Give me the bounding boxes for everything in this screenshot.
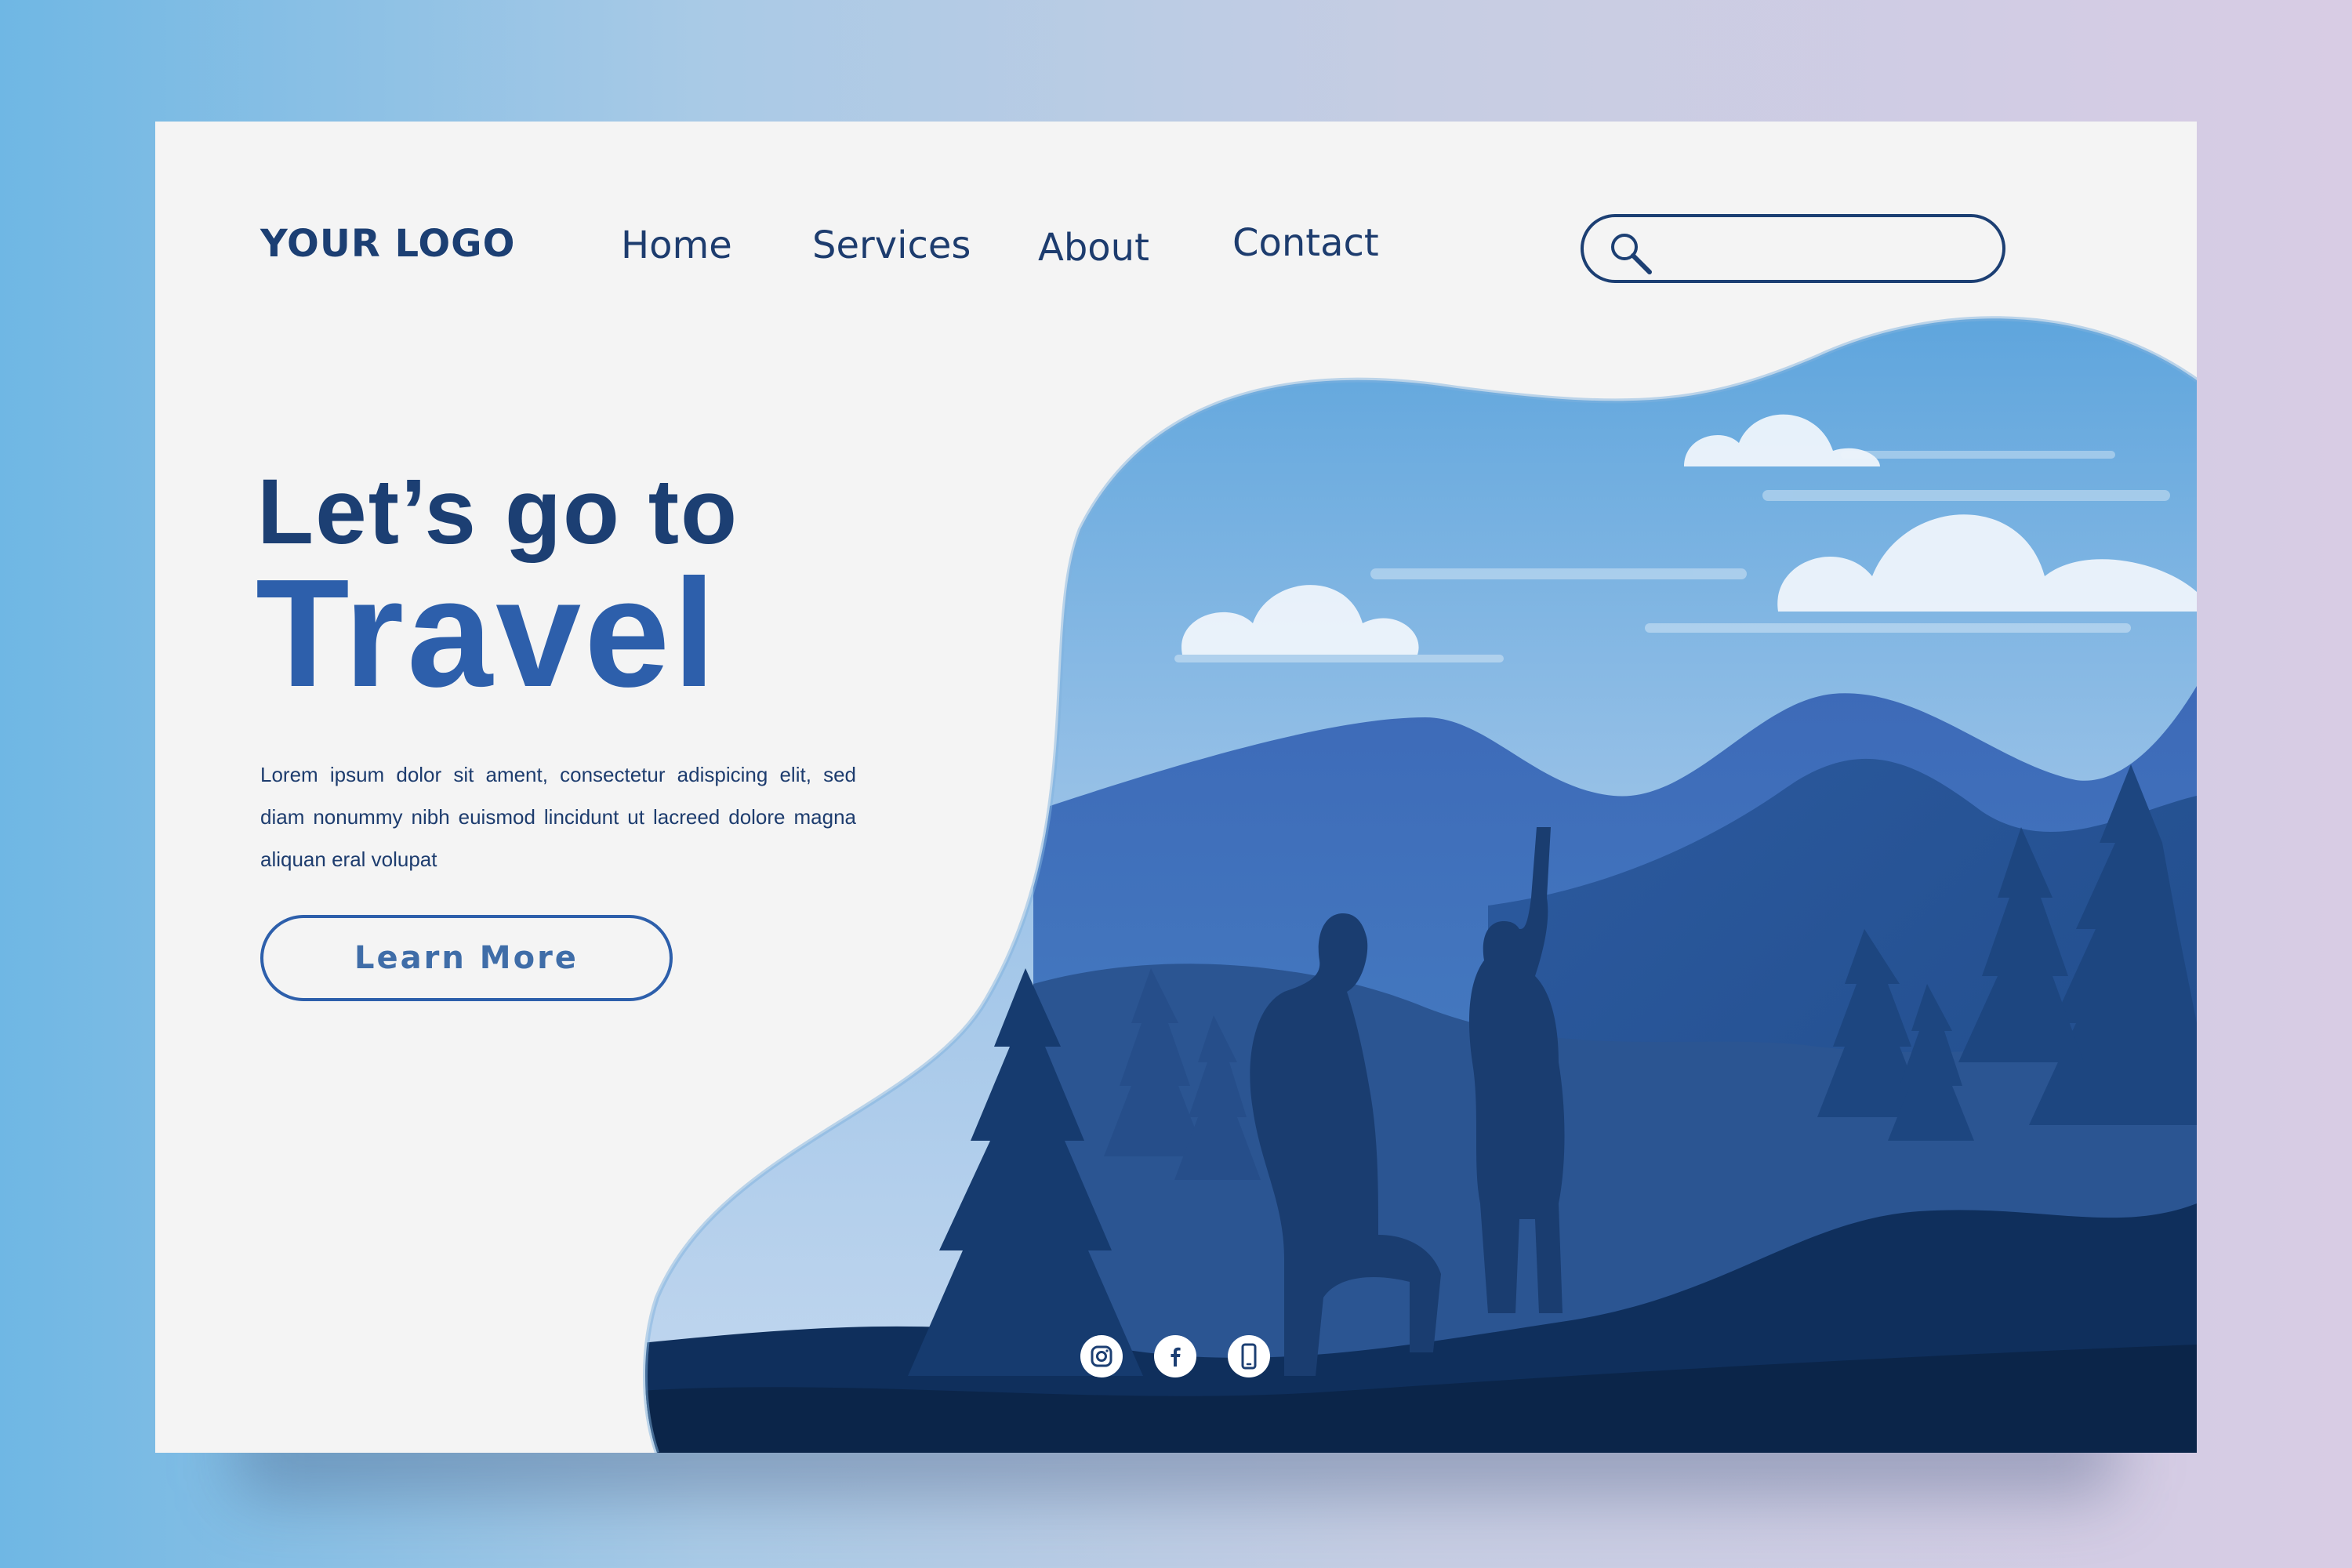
nav-contact[interactable]: Contact	[1232, 221, 1379, 265]
search-input[interactable]	[1662, 228, 1979, 270]
learn-more-button[interactable]: Learn More	[260, 915, 673, 1001]
search-icon[interactable]	[1606, 228, 1654, 277]
instagram-button[interactable]	[1080, 1335, 1123, 1377]
search-box[interactable]	[1581, 214, 2005, 283]
phone-button[interactable]	[1228, 1335, 1270, 1377]
headline-line2: Travel	[256, 547, 719, 719]
hero-description: Lorem ipsum dolor sit ament, consectetur…	[260, 763, 856, 871]
instagram-icon	[1091, 1345, 1112, 1367]
site-logo[interactable]: YOUR LOGO	[260, 222, 515, 266]
facebook-icon	[1171, 1347, 1181, 1367]
landing-page-card: YOUR LOGO Home Services About Contact Le…	[155, 122, 2197, 1453]
phone-icon	[1241, 1343, 1257, 1370]
nav-services[interactable]: Services	[812, 223, 971, 267]
nav-about[interactable]: About	[1038, 226, 1149, 270]
nav-home[interactable]: Home	[621, 223, 732, 267]
facebook-button[interactable]	[1154, 1335, 1196, 1377]
